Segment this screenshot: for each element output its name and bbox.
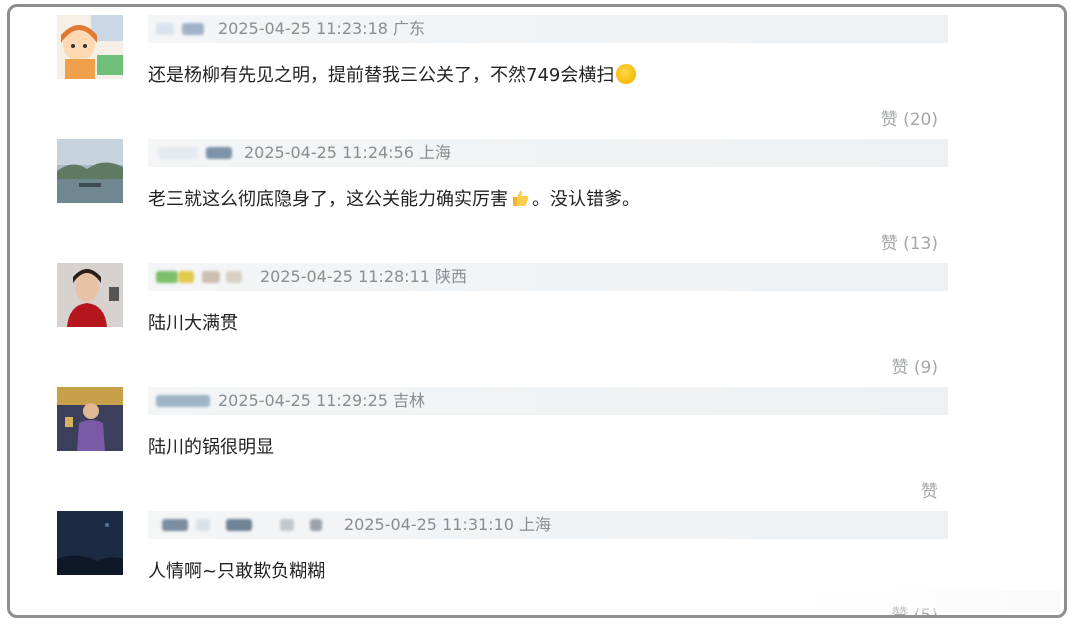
comment-item: 2025-04-25 11:23:18 广东 还是杨柳有先见之明，提前替我三公关… <box>10 9 1064 133</box>
thumbs-up-icon <box>513 190 529 206</box>
comment-timestamp: 2025-04-25 11:29:25 吉林 <box>218 391 426 410</box>
comment-text: 陆川大满贯 <box>148 313 238 334</box>
comment-timestamp: 2025-04-25 11:31:10 上海 <box>344 515 552 534</box>
username-blurred <box>162 519 188 531</box>
avatar[interactable] <box>57 15 123 79</box>
username-blurred <box>156 23 174 35</box>
username-blurred <box>206 147 232 159</box>
comment-meta: 2025-04-25 11:28:11 陕西 <box>148 263 948 291</box>
laugh-emoji-icon <box>616 64 637 84</box>
comment-text: 陆川的锅很明显 <box>148 437 274 458</box>
comment-meta: 2025-04-25 11:24:56 上海 <box>148 139 948 167</box>
avatar[interactable] <box>57 387 123 451</box>
username-blurred <box>226 519 252 531</box>
username-blurred <box>182 23 204 35</box>
like-button[interactable]: 赞 (13) <box>881 229 938 254</box>
username-blurred <box>156 395 210 407</box>
comment-text: 还是杨柳有先见之明，提前替我三公关了，不然749会横扫 <box>148 61 637 87</box>
like-button[interactable]: 赞 (9) <box>892 353 938 378</box>
username-blurred <box>202 271 220 283</box>
comment-meta: 2025-04-25 11:31:10 上海 <box>148 511 948 539</box>
avatar[interactable] <box>57 511 123 575</box>
username-blurred <box>226 271 242 283</box>
comment-timestamp: 2025-04-25 11:28:11 陕西 <box>260 267 468 286</box>
username-blurred <box>158 147 198 159</box>
username-blurred <box>280 519 294 531</box>
like-button[interactable]: 赞 <box>921 477 938 502</box>
avatar[interactable] <box>57 139 123 203</box>
like-button[interactable]: 赞 (20) <box>881 105 938 130</box>
comment-meta: 2025-04-25 11:23:18 广东 <box>148 15 948 43</box>
username-blurred <box>156 271 178 283</box>
comment-meta: 2025-04-25 11:29:25 吉林 <box>148 387 948 415</box>
comment-item: 2025-04-25 11:24:56 上海 老三就这么彻底隐身了，这公关能力确… <box>10 133 1064 257</box>
comment-text: 老三就这么彻底隐身了，这公关能力确实厉害 。没认错爹。 <box>148 189 640 210</box>
avatar[interactable] <box>57 263 123 327</box>
comment-timestamp: 2025-04-25 11:23:18 广东 <box>218 19 426 38</box>
comment-item: 2025-04-25 11:29:25 吉林 陆川的锅很明显 赞 <box>10 381 1064 505</box>
username-blurred <box>310 519 322 531</box>
username-blurred <box>196 519 210 531</box>
comments-panel: 2025-04-25 11:23:18 广东 还是杨柳有先见之明，提前替我三公关… <box>7 4 1067 618</box>
comment-item: 2025-04-25 11:28:11 陕西 陆川大满贯 赞 (9) <box>10 257 1064 381</box>
comment-text: 人情啊~只敢欺负糊糊 <box>148 561 326 582</box>
watermark-fade <box>800 591 1060 613</box>
comment-timestamp: 2025-04-25 11:24:56 上海 <box>244 143 452 162</box>
username-blurred <box>178 271 194 283</box>
